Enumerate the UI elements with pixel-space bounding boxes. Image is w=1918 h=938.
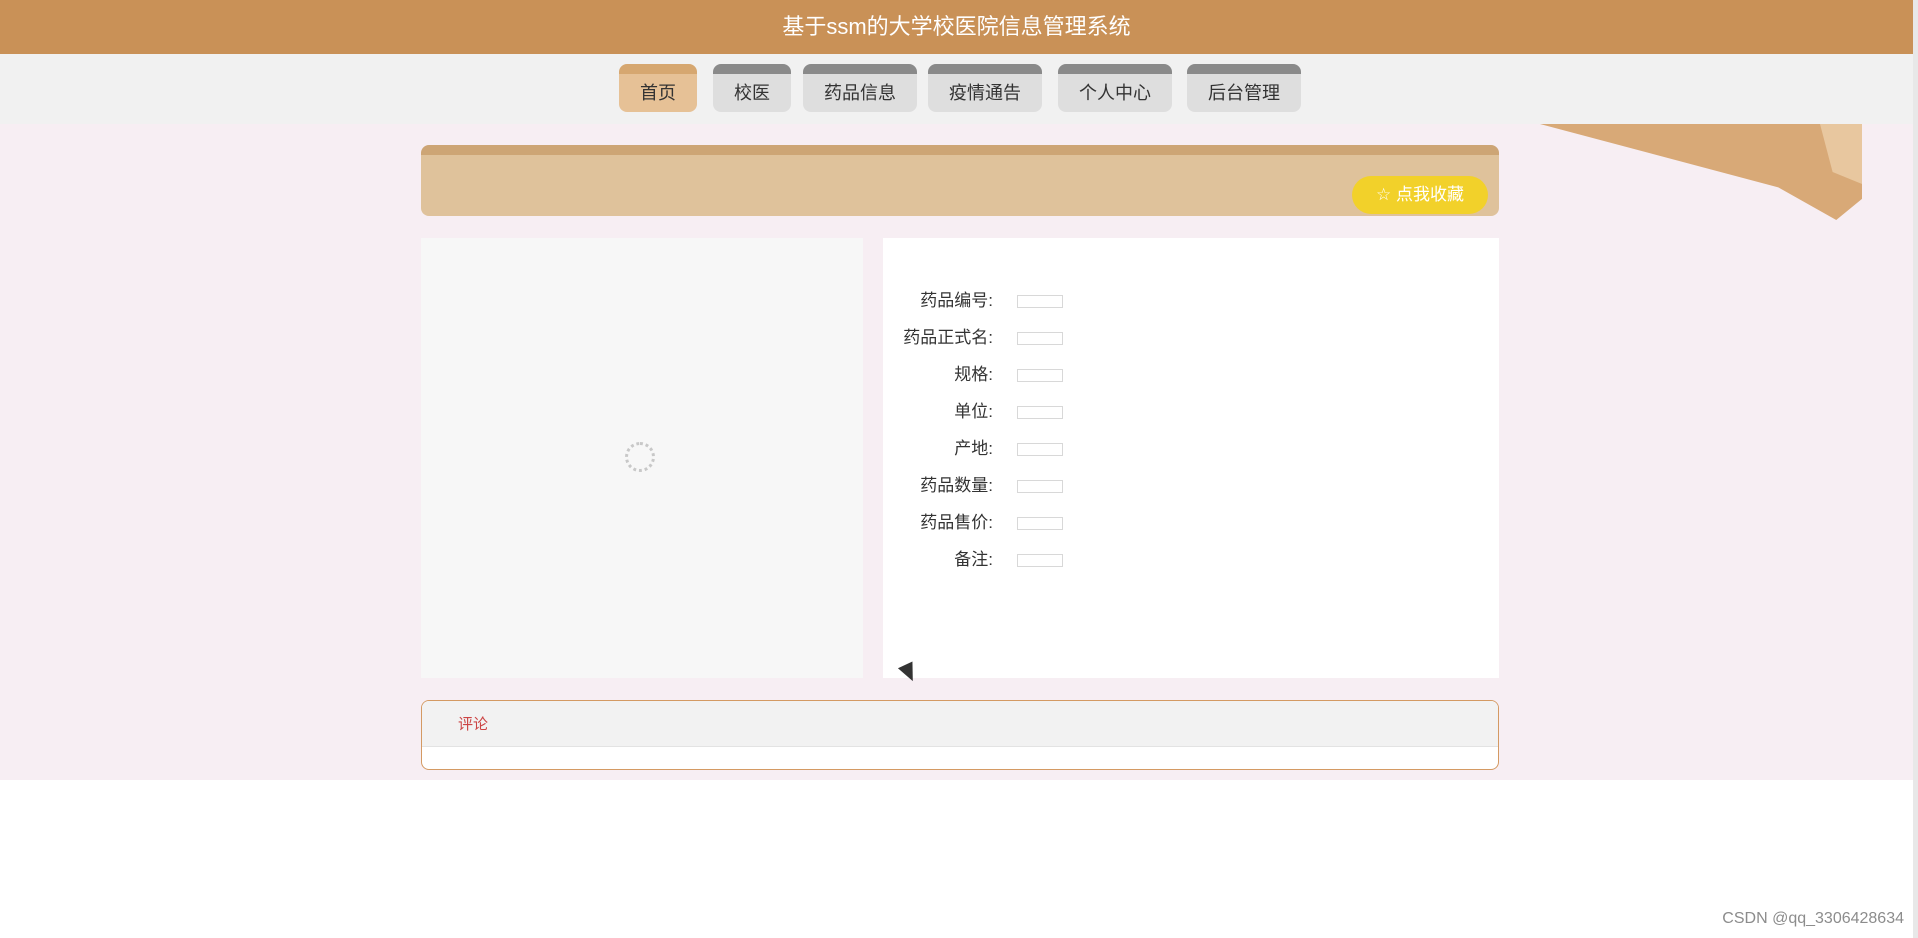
nav-item-label: 后台管理	[1208, 83, 1280, 103]
nav-item-admin[interactable]: 后台管理	[1187, 64, 1301, 112]
detail-header-panel: ☆ 点我收藏	[421, 145, 1499, 216]
favorite-button-label: ☆ 点我收藏	[1376, 185, 1464, 204]
field-spec: 规格:	[883, 361, 1183, 389]
field-quantity: 药品数量:	[883, 472, 1183, 500]
field-value	[1017, 332, 1063, 345]
field-label: 产地:	[954, 439, 993, 458]
field-value	[1017, 295, 1063, 308]
nav-item-label: 首页	[640, 83, 676, 103]
nav-item-label: 药品信息	[824, 83, 896, 103]
field-value	[1017, 554, 1063, 567]
field-official-name: 药品正式名:	[883, 324, 1183, 352]
field-value	[1017, 369, 1063, 382]
nav-item-doctor[interactable]: 校医	[713, 64, 791, 112]
field-label: 规格:	[954, 365, 993, 384]
nav-item-label: 疫情通告	[949, 83, 1021, 103]
field-origin: 产地:	[883, 435, 1183, 463]
nav-item-epidemic[interactable]: 疫情通告	[928, 64, 1042, 112]
loading-spinner-icon	[625, 442, 655, 472]
field-remark: 备注:	[883, 546, 1183, 574]
field-label: 药品正式名:	[903, 328, 993, 347]
watermark: CSDN @qq_3306428634	[1722, 910, 1904, 927]
page-header: 基于ssm的大学校医院信息管理系统	[0, 0, 1913, 54]
field-price: 药品售价:	[883, 509, 1183, 537]
field-value	[1017, 480, 1063, 493]
field-label: 药品编号:	[920, 291, 993, 310]
site-title: 基于ssm的大学校医院信息管理系统	[782, 14, 1131, 39]
nav-item-profile[interactable]: 个人中心	[1058, 64, 1172, 112]
comment-tab[interactable]: 评论	[458, 713, 488, 734]
field-value	[1017, 443, 1063, 456]
field-label: 药品售价:	[920, 513, 993, 532]
nav-item-label: 校医	[734, 83, 770, 103]
field-unit: 单位:	[883, 398, 1183, 426]
field-value	[1017, 406, 1063, 419]
nav-item-medicine[interactable]: 药品信息	[803, 64, 917, 112]
comment-tab-bar: 评论	[422, 701, 1498, 747]
field-label: 备注:	[954, 550, 993, 569]
field-drug-code: 药品编号:	[883, 287, 1183, 315]
field-label: 药品数量:	[920, 476, 993, 495]
favorite-button[interactable]: ☆ 点我收藏	[1352, 176, 1488, 214]
medicine-image-area	[421, 238, 863, 678]
field-value	[1017, 517, 1063, 530]
nav-item-home[interactable]: 首页	[619, 64, 697, 112]
scrollbar[interactable]	[1913, 0, 1918, 938]
field-label: 单位:	[954, 402, 993, 421]
comment-section: 评论	[421, 700, 1499, 770]
medicine-details: 药品编号: 药品正式名: 规格: 单位: 产地: 药品数量: 药品售价: 备注:	[883, 238, 1499, 678]
nav-item-label: 个人中心	[1079, 83, 1151, 103]
